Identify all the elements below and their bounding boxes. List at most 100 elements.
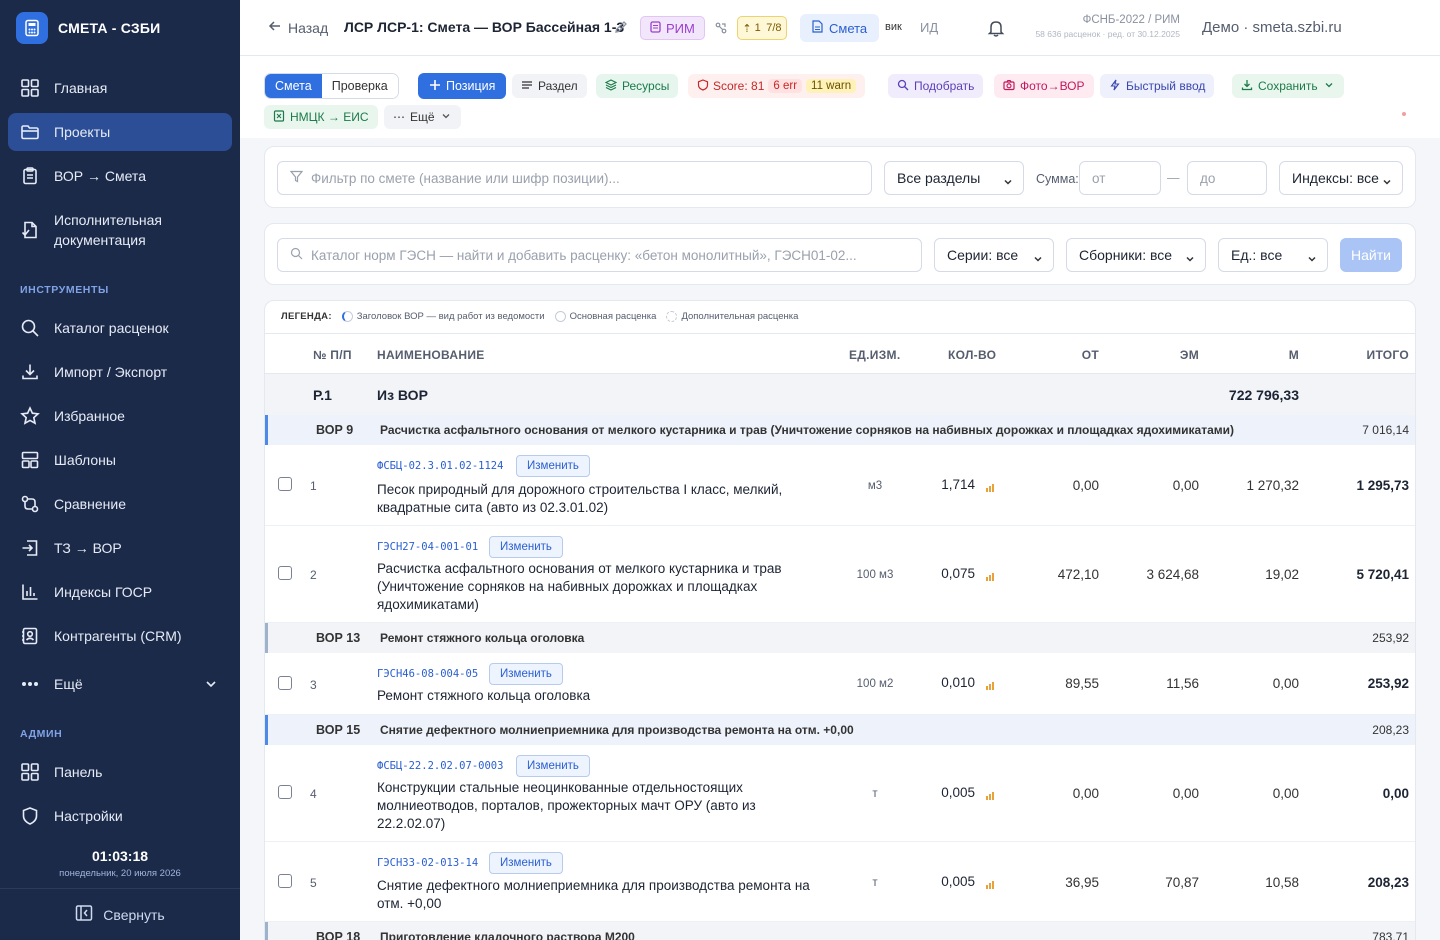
bell-icon[interactable] bbox=[986, 18, 1006, 38]
layers-icon bbox=[604, 78, 618, 94]
legend-item-vor: Заголовок ВОР — вид работ из ведомости bbox=[341, 311, 545, 322]
legend: ЛЕГЕНДА: Заголовок ВОР — вид работ из ве… bbox=[281, 311, 799, 323]
sidebar-item-more[interactable]: Ещё bbox=[8, 665, 232, 703]
sidebar-item-crm[interactable]: Контрагенты (CRM) bbox=[8, 617, 232, 655]
section-row[interactable]: Р.1 Из ВОР 722 796,33 bbox=[265, 374, 1415, 415]
collapse-sidebar-button[interactable]: Свернуть bbox=[0, 888, 240, 940]
photo-vor-button[interactable]: Фото→ВОР bbox=[994, 74, 1094, 98]
change-button[interactable]: Изменить bbox=[489, 536, 563, 558]
rate-code[interactable]: ГЭСН46-08-004-05 bbox=[377, 668, 478, 680]
col-name[interactable]: НАИМЕНОВАНИЕ bbox=[377, 348, 485, 362]
find-button[interactable]: Найти bbox=[1340, 238, 1402, 272]
tab-smeta[interactable]: Смета bbox=[800, 14, 880, 42]
coefficient-icon[interactable] bbox=[985, 481, 995, 492]
catalog-search-input[interactable]: Каталог норм ГЭСН — найти и добавить рас… bbox=[277, 238, 922, 272]
sidebar-item-compare[interactable]: Сравнение bbox=[8, 485, 232, 523]
change-button[interactable]: Изменить bbox=[489, 852, 563, 874]
row-checkbox[interactable] bbox=[278, 477, 292, 491]
coefficient-icon[interactable] bbox=[985, 878, 995, 889]
score-badge[interactable]: Score: 81 6 err 11 warn bbox=[688, 74, 866, 98]
link-icon[interactable] bbox=[714, 21, 728, 35]
table-row[interactable]: 5 ГЭСН33-02-013-14 Изменить Снятие дефек… bbox=[265, 842, 1415, 922]
sidebar-item-projects[interactable]: Проекты bbox=[8, 113, 232, 151]
units-select[interactable]: Ед.: все bbox=[1218, 238, 1328, 272]
coefficient-icon[interactable] bbox=[985, 570, 995, 581]
sidebar-item-exec-docs[interactable]: Исполнительная документация bbox=[8, 204, 232, 256]
resources-button[interactable]: Ресурсы bbox=[596, 74, 679, 98]
more-button[interactable]: ⋯ Ещё bbox=[384, 105, 461, 129]
table-row[interactable]: 4 ФСБЦ-22.2.02.07-0003 Изменить Конструк… bbox=[265, 745, 1415, 842]
sidebar-item-templates[interactable]: Шаблоны bbox=[8, 441, 232, 479]
pick-button[interactable]: Подобрать bbox=[888, 74, 984, 98]
section-code: Р.1 bbox=[313, 387, 332, 403]
pencil-icon[interactable] bbox=[614, 20, 628, 34]
tab-smeta-view[interactable]: Смета bbox=[265, 74, 322, 98]
table-row[interactable]: 1 ФСБЦ-02.3.01.02-1124 Изменить Песок пр… bbox=[265, 445, 1415, 526]
change-button[interactable]: Изменить bbox=[516, 455, 590, 477]
tab-vik[interactable]: вик bbox=[885, 21, 902, 33]
table-row[interactable]: 3 ГЭСН46-08-004-05 Изменить Ремонт стяжн… bbox=[265, 653, 1415, 715]
coefficient-icon[interactable] bbox=[985, 789, 995, 800]
tab-id[interactable]: ИД bbox=[920, 20, 938, 35]
rate-code[interactable]: ГЭСН27-04-001-01 bbox=[377, 541, 478, 553]
vor-group-row[interactable]: ВОР 9 Расчистка асфальтного основания от… bbox=[265, 415, 1415, 445]
col-em[interactable]: ЭМ bbox=[1180, 348, 1199, 362]
row-checkbox[interactable] bbox=[278, 785, 292, 799]
sidebar: СМЕТА - СЗБИ Главная Проекты ВОР → Смета… bbox=[0, 0, 240, 940]
sidebar-item-home[interactable]: Главная bbox=[8, 69, 232, 107]
template-icon bbox=[20, 450, 40, 470]
collections-select[interactable]: Сборники: все bbox=[1066, 238, 1206, 272]
sidebar-item-favorites[interactable]: Избранное bbox=[8, 397, 232, 435]
smeta-filter-input[interactable]: Фильтр по смете (название или шифр позиц… bbox=[277, 161, 872, 195]
col-num[interactable]: № П/П bbox=[313, 348, 352, 362]
rate-code[interactable]: ФСБЦ-02.3.01.02-1124 bbox=[377, 460, 503, 472]
upload-badge[interactable]: ⇡ 1 7/8 bbox=[737, 16, 787, 40]
sidebar-item-tz-vor[interactable]: ТЗ → ВОР bbox=[8, 529, 232, 567]
col-unit[interactable]: ЕД.ИЗМ. bbox=[849, 348, 900, 362]
rim-badge[interactable]: РИМ bbox=[640, 16, 705, 40]
row-checkbox[interactable] bbox=[278, 874, 292, 888]
sections-select[interactable]: Все разделы bbox=[884, 161, 1024, 195]
sidebar-item-settings[interactable]: Настройки bbox=[8, 797, 232, 835]
change-button[interactable]: Изменить bbox=[489, 663, 563, 685]
sidebar-item-import-export[interactable]: Импорт / Экспорт bbox=[8, 353, 232, 391]
clipboard-icon bbox=[20, 166, 40, 186]
table-row[interactable]: 2 ГЭСН27-04-001-01 Изменить Расчистка ас… bbox=[265, 526, 1415, 623]
back-button[interactable]: Назад bbox=[268, 19, 328, 36]
vor-group-row[interactable]: ВОР 13 Ремонт стяжного кольца оголовка 2… bbox=[265, 623, 1415, 653]
row-checkbox[interactable] bbox=[278, 676, 292, 690]
sidebar-item-panel[interactable]: Панель bbox=[8, 753, 232, 791]
account-label[interactable]: Демо · smeta.szbi.ru bbox=[1202, 19, 1342, 36]
rate-code[interactable]: ФСБЦ-22.2.02.07-0003 bbox=[377, 760, 503, 772]
norm-base-info: ФСНБ-2022 / РИМ 58 636 расценок · ред. о… bbox=[1035, 14, 1180, 39]
shield-icon bbox=[20, 806, 40, 826]
col-total[interactable]: ИТОГО bbox=[1367, 348, 1409, 362]
add-position-button[interactable]: Позиция bbox=[418, 73, 507, 99]
vor-group-row[interactable]: ВОР 18 Приготовление кладочного раствора… bbox=[265, 922, 1415, 940]
sidebar-item-catalog[interactable]: Каталог расценок bbox=[8, 309, 232, 347]
row-checkbox[interactable] bbox=[278, 566, 292, 580]
tab-check-view[interactable]: Проверка bbox=[321, 74, 398, 98]
col-m[interactable]: М bbox=[1289, 348, 1299, 362]
series-select[interactable]: Серии: все bbox=[934, 238, 1054, 272]
collapse-label: Свернуть bbox=[103, 906, 165, 923]
sidebar-item-label: ТЗ → ВОР bbox=[54, 540, 122, 556]
sum-from-input[interactable]: от bbox=[1079, 161, 1161, 195]
col-qty[interactable]: КОЛ-ВО bbox=[948, 348, 996, 362]
indices-select[interactable]: Индексы: все bbox=[1279, 161, 1403, 195]
nmck-eis-button[interactable]: НМЦК → ЕИС bbox=[264, 105, 378, 129]
change-button[interactable]: Изменить bbox=[516, 755, 590, 777]
quick-input-button[interactable]: Быстрый ввод bbox=[1100, 74, 1215, 98]
add-section-button[interactable]: Раздел bbox=[512, 74, 587, 98]
coefficient-icon[interactable] bbox=[985, 679, 995, 690]
brand[interactable]: СМЕТА - СЗБИ bbox=[16, 12, 160, 44]
col-ot[interactable]: ОТ bbox=[1082, 348, 1099, 362]
save-button[interactable]: Сохранить bbox=[1232, 74, 1344, 98]
vor-group-row[interactable]: ВОР 15 Снятие дефектного молниеприемника… bbox=[265, 715, 1415, 745]
warnings-count: 11 warn bbox=[806, 79, 857, 93]
sum-to-input[interactable]: до bbox=[1187, 161, 1267, 195]
grid-icon bbox=[20, 762, 40, 782]
sidebar-item-vor-smeta[interactable]: ВОР → Смета bbox=[8, 157, 232, 195]
sidebar-item-indices[interactable]: Индексы ГОСР bbox=[8, 573, 232, 611]
rate-code[interactable]: ГЭСН33-02-013-14 bbox=[377, 857, 478, 869]
